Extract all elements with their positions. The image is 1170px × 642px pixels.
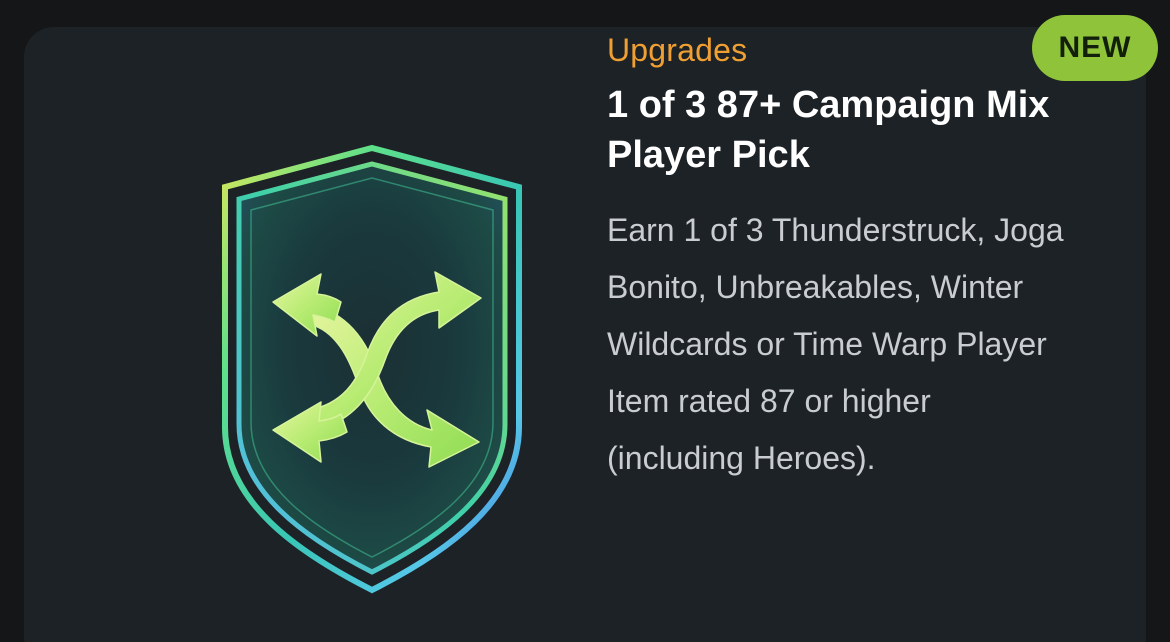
new-badge: NEW	[1032, 15, 1158, 81]
category-label: Upgrades	[607, 32, 748, 68]
pick-info: Upgrades 1 of 3 87+ Campaign Mix Player …	[607, 30, 1077, 487]
page: Upgrades 1 of 3 87+ Campaign Mix Player …	[0, 0, 1170, 642]
pick-title: 1 of 3 87+ Campaign Mix Player Pick	[607, 84, 1050, 176]
pick-description: Earn 1 of 3 Thunderstruck, Joga Bonito, …	[607, 212, 1064, 476]
shuffle-shield-icon	[217, 142, 527, 597]
